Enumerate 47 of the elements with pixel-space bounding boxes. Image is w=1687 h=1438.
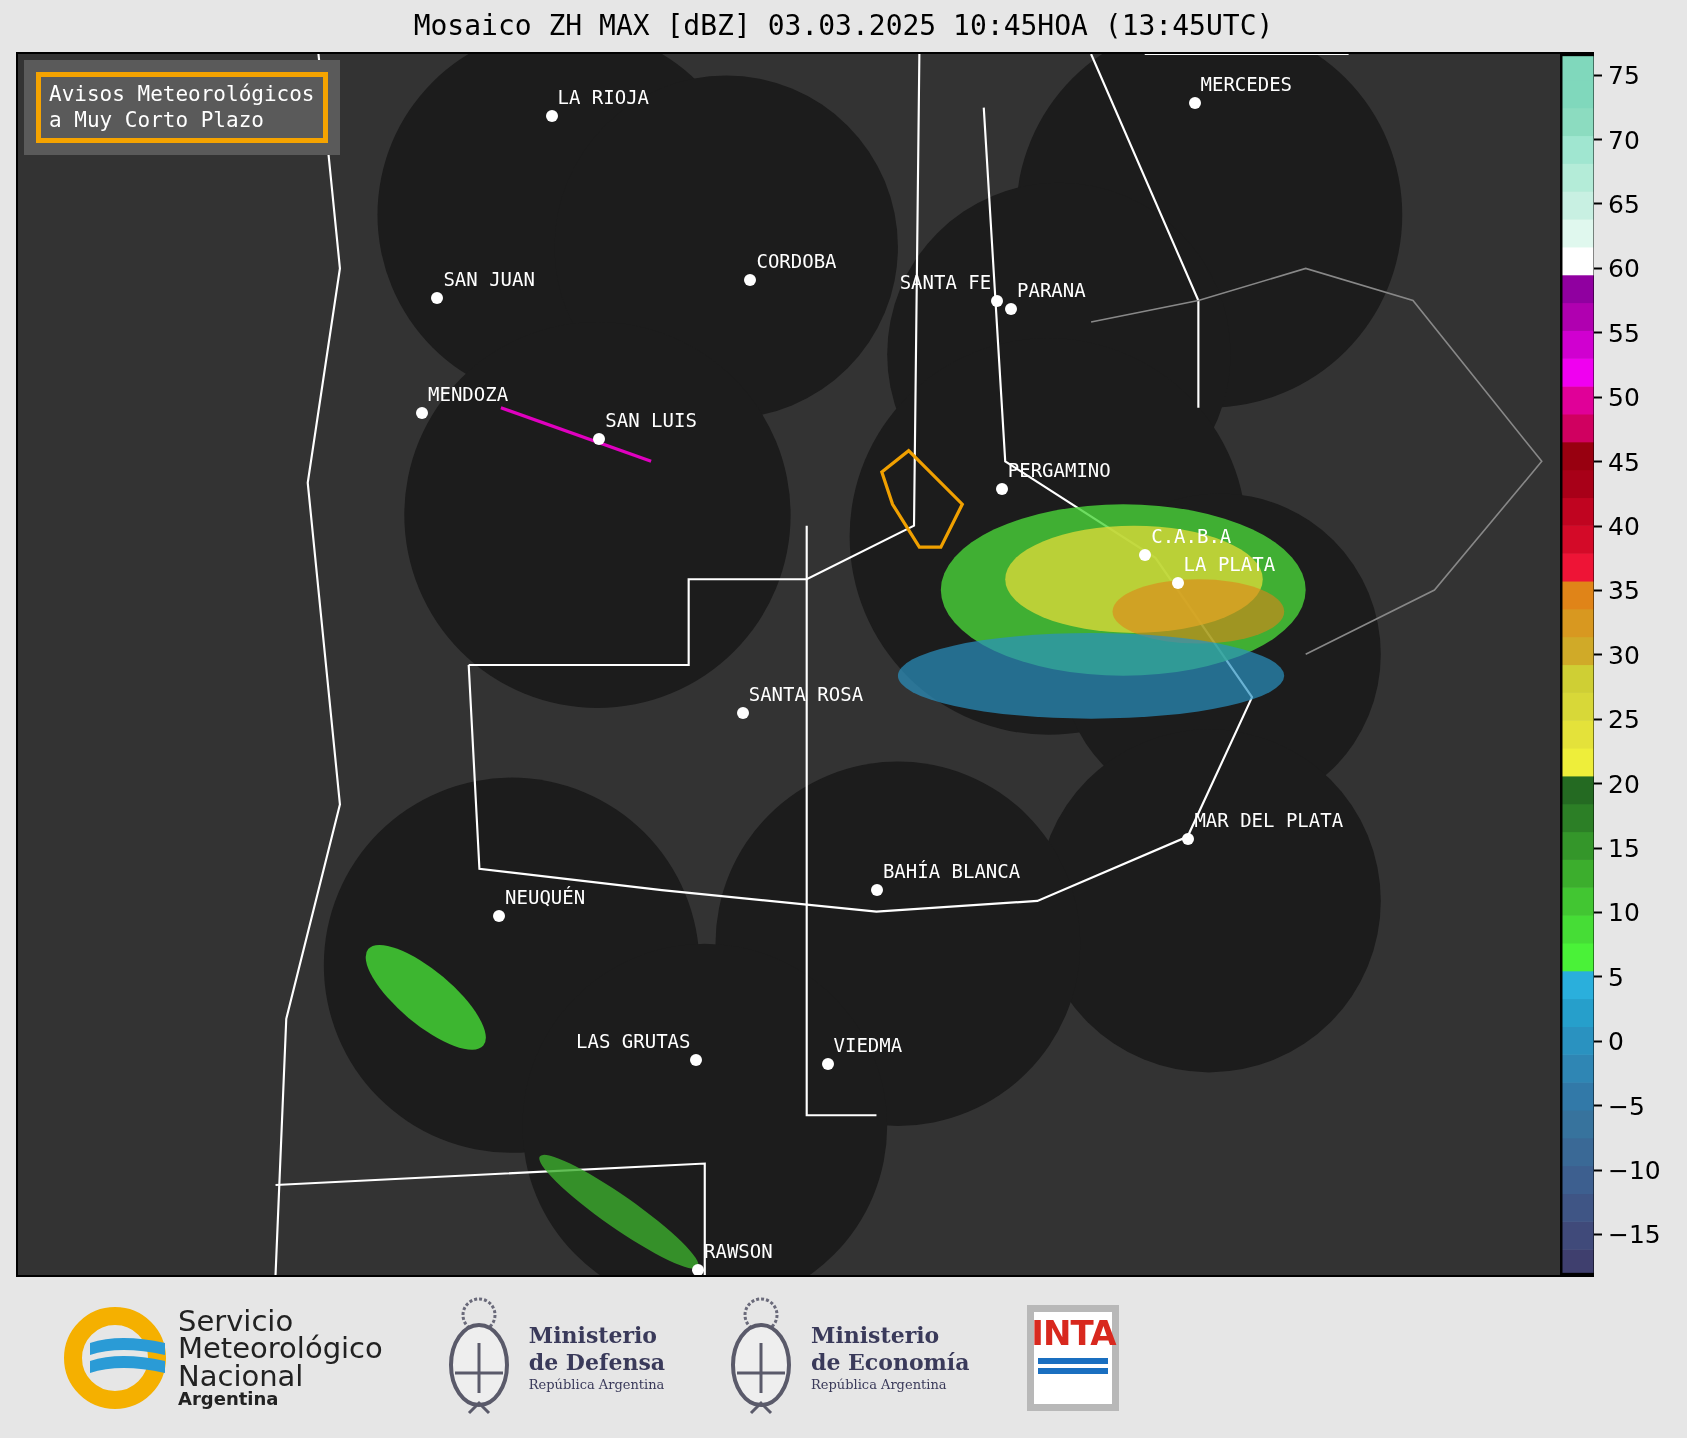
city-label: CORDOBA	[756, 251, 837, 271]
city-label: BAHÍA BLANCA	[882, 862, 1021, 882]
logo-text: República Argentina	[528, 1376, 666, 1394]
scale-tick-label: 75	[1608, 62, 1640, 88]
city-label: LAS GRUTAS	[576, 1032, 691, 1052]
logo-text: Ministerio	[528, 1321, 659, 1350]
city-label: SAN LUIS	[605, 410, 697, 430]
city-label: NEUQUÉN	[505, 888, 586, 907]
logo-text: República Argentina	[811, 1376, 948, 1394]
scale-tick-label: 10	[1608, 899, 1640, 925]
scale-tick-label: 55	[1608, 320, 1640, 346]
city-marker-icon	[692, 1264, 704, 1275]
city-label: MAR DEL PLATA	[1194, 811, 1344, 831]
scale-tick-label: 50	[1608, 384, 1640, 410]
city-label: LA RIOJA	[557, 88, 650, 108]
city-label: MERCEDES	[1200, 74, 1293, 94]
scale-tick-label: 60	[1608, 255, 1640, 281]
scale-tick-label: 70	[1608, 127, 1640, 153]
city-label: VIEDMA	[833, 1035, 903, 1055]
logo-text: Argentina	[178, 1390, 280, 1408]
logo-text: Ministerio	[811, 1321, 941, 1350]
scale-tick-label: 45	[1608, 449, 1640, 475]
logo-text: Nacional	[178, 1362, 304, 1391]
city-label: MENDOZA	[428, 384, 509, 404]
scale-tick-label: 35	[1608, 577, 1640, 603]
scale-tick-label: 25	[1608, 706, 1640, 732]
city-label: PARANA	[1017, 281, 1086, 301]
inta-logo: INTA	[1027, 1304, 1120, 1411]
scale-tick-label: 20	[1608, 771, 1640, 797]
logo-text: Meteorológico	[178, 1335, 383, 1363]
logo-text: de Defensa	[528, 1349, 666, 1377]
city-label: SANTA ROSA	[748, 685, 864, 705]
scale-tick-label: 65	[1608, 191, 1640, 217]
legend-text: Avisos Meteorológicos	[49, 81, 315, 108]
scale-tick-label: −5	[1608, 1093, 1645, 1119]
scale-tick-label: 15	[1608, 835, 1640, 861]
legend-text: a Muy Corto Plazo	[49, 107, 265, 134]
scale-tick-label: 30	[1608, 642, 1640, 668]
scale-tick-label: 0	[1608, 1028, 1624, 1054]
chart-title: Mosaico ZH MAX [dBZ] 03.03.2025 10:45HOA (13:45UTC)	[413, 8, 1274, 44]
city-label: SAN JUAN	[443, 270, 535, 290]
scale-tick-label: −15	[1608, 1222, 1661, 1247]
scale-tick-label: −10	[1608, 1157, 1661, 1183]
logo-text: de Economía	[811, 1349, 970, 1377]
logo-text: Servicio	[178, 1307, 294, 1336]
scale-tick-label: 5	[1608, 964, 1624, 990]
scale-tick-label: 40	[1608, 513, 1640, 539]
